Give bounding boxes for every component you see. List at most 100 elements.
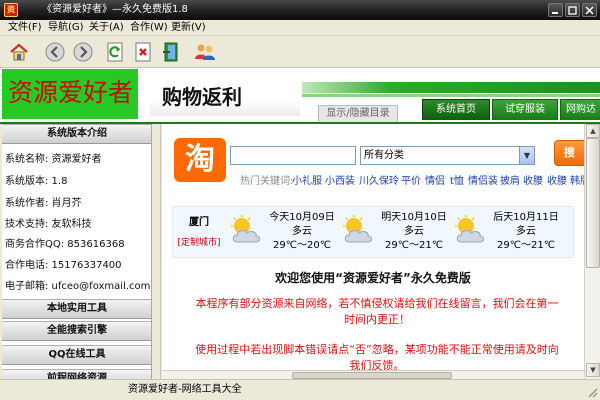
forward-icon (73, 42, 93, 62)
copyright-notice: 本程序有部分资源来自网络，若不慎侵权请给我们在线留言，我们会在第一时间内更正！ (195, 297, 559, 326)
hot-keyword-link[interactable]: 情侣装 (468, 175, 498, 189)
logo[interactable]: 资源爱好者 (2, 69, 138, 119)
hot-keyword-link[interactable]: 小西装 (325, 175, 355, 189)
weather-day3-condition: 多云 (516, 226, 536, 237)
partly-cloudy-icon (231, 215, 261, 243)
info-support: 技术支持: 友软科技 (5, 219, 92, 230)
refresh-button[interactable] (104, 41, 126, 63)
scroll-up-icon[interactable]: ▲ (586, 124, 600, 138)
toolbar (0, 36, 600, 68)
hot-keyword-link[interactable]: 川久保玲 (359, 175, 399, 189)
title-bar[interactable]: 资 《资源爱好者》—永久免费版1.8 (0, 0, 600, 20)
sidebar-splitter[interactable] (152, 124, 161, 379)
hot-keyword-link[interactable]: t恤 (450, 175, 464, 189)
taobao-search: 淘 所有分类 ▼ 搜 热门关键词: 小礼服 小西装 川久保玲 平价 情侣 t恤 … (172, 134, 584, 196)
refresh-icon (107, 42, 123, 62)
info-email: 电子邮箱: ufceo@foxmail.com (5, 281, 151, 292)
maximize-button[interactable] (565, 3, 580, 17)
weather-day2-temp: 29℃～21℃ (385, 240, 443, 251)
weather-day1-date: 今天10月09日 (269, 212, 335, 223)
weather-day3-date: 后天10月11日 (493, 212, 559, 223)
hot-keyword-link[interactable]: 披肩 (500, 175, 520, 189)
stop-button[interactable] (132, 41, 154, 63)
sidebar-section-search-engines[interactable]: 全能搜索引擎 (2, 321, 151, 341)
info-business-qq: 商务合作QQ: 853616368 (5, 239, 125, 250)
sidebar: 系统版本介绍 系统名称: 资源爱好者 系统版本: 1.8 系统作者: 肖月芥 技… (2, 124, 152, 379)
exit-button[interactable] (160, 41, 182, 63)
app-window: 资 《资源爱好者》—永久免费版1.8 文件(F) 导航(G) 关于(A) 合作(… (0, 0, 600, 400)
status-bar: 资源爱好者-网络工具大全 (0, 379, 600, 400)
info-phone: 合作电话: 15176337400 (5, 260, 122, 271)
back-button[interactable] (44, 41, 66, 63)
menu-file[interactable]: 文件(F) (8, 22, 42, 34)
hot-keyword-link[interactable]: 小礼服 (292, 175, 322, 189)
tab-try-on-clothes[interactable]: 试穿服装 (492, 99, 558, 120)
status-text: 资源爱好者-网络工具大全 (128, 384, 242, 395)
category-select-value: 所有分类 (364, 150, 404, 161)
decorative-strip-thin (302, 94, 600, 97)
users-button[interactable] (194, 41, 216, 63)
weather-day1-temp: 29℃～20℃ (273, 240, 331, 251)
hot-keyword-link[interactable]: 收腰 (523, 175, 543, 189)
decorative-strip (302, 82, 600, 93)
tab-online-shopping[interactable]: 网购达 (560, 99, 600, 120)
logo-text: 资源爱好者 (8, 78, 134, 107)
hot-keyword-link[interactable]: 情侣 (425, 175, 445, 189)
weather-widget: 厦门 [定制城市] 今天10月09日 多云 29℃～20℃ 明天10月10日 多… (172, 206, 574, 258)
hot-keyword-link[interactable]: 平价 (401, 175, 421, 189)
partly-cloudy-icon (343, 215, 373, 243)
hot-keywords-label: 热门关键词: (240, 176, 294, 187)
users-icon (195, 44, 215, 60)
info-version: 系统版本: 1.8 (5, 176, 68, 187)
shopping-rebate-banner[interactable]: 购物返利 (150, 76, 300, 116)
menu-about[interactable]: 关于(A) (89, 22, 124, 34)
app-icon: 资 (4, 3, 18, 17)
exit-icon (163, 42, 178, 62)
taobao-logo[interactable]: 淘 (174, 138, 226, 182)
close-icon (585, 6, 594, 15)
back-icon (45, 42, 65, 62)
home-button[interactable] (8, 41, 30, 63)
sidebar-section-network-resources[interactable]: 前程网络资源 (2, 369, 151, 379)
minimize-icon (552, 12, 558, 14)
scroll-down-icon[interactable]: ▼ (586, 363, 600, 377)
weather-day1-condition: 多云 (292, 226, 312, 237)
category-select[interactable]: 所有分类 ▼ (360, 146, 535, 165)
header-banner: 资源爱好者 购物返利 显示/隐藏目录 系统首页 试穿服装 网购达 (0, 68, 600, 122)
forward-button[interactable] (72, 41, 94, 63)
banner-text: 购物返利 (162, 85, 242, 109)
menu-update[interactable]: 更新(V) (171, 22, 206, 34)
sidebar-section-system-info[interactable]: 系统版本介绍 (2, 124, 151, 144)
hot-keyword-link[interactable]: 韩版 (570, 175, 584, 189)
weather-day2-date: 明天10月10日 (381, 212, 447, 223)
weather-city: 厦门 (189, 217, 209, 228)
scroll-thumb[interactable] (586, 138, 600, 268)
search-button[interactable]: 搜 (554, 140, 584, 166)
horizontal-scroll-thumb[interactable] (292, 372, 452, 379)
chevron-down-icon[interactable]: ▼ (519, 147, 534, 164)
hot-keyword-link[interactable]: 收腰 (547, 175, 567, 189)
sidebar-section-qq-tools[interactable]: QQ在线工具 (2, 345, 151, 365)
customize-city-link[interactable]: [定制城市] (176, 237, 222, 249)
partly-cloudy-icon (455, 215, 485, 243)
stop-icon (135, 42, 151, 62)
info-author: 系统作者: 肖月芥 (5, 198, 82, 209)
resize-grip-icon[interactable] (586, 386, 598, 398)
window-title: 《资源爱好者》—永久免费版1.8 (42, 4, 188, 15)
vertical-scrollbar[interactable]: ▲ ▼ (584, 124, 600, 379)
toggle-directory-button[interactable]: 显示/隐藏目录 (318, 105, 398, 122)
horizontal-scrollbar[interactable] (162, 370, 584, 379)
menu-bar: 文件(F) 导航(G) 关于(A) 合作(W) 更新(V) (0, 20, 600, 36)
minimize-button[interactable] (548, 3, 563, 17)
sidebar-section-local-tools[interactable]: 本地实用工具 (2, 299, 151, 319)
menu-navigate[interactable]: 导航(G) (48, 22, 84, 34)
maximize-icon (568, 6, 577, 15)
info-system-name: 系统名称: 资源爱好者 (5, 154, 102, 165)
home-icon (10, 43, 28, 61)
search-input[interactable] (230, 146, 356, 165)
tab-home[interactable]: 系统首页 (422, 99, 490, 120)
weather-day3-temp: 29℃～21℃ (497, 240, 555, 251)
close-button[interactable] (582, 3, 597, 17)
menu-cooperate[interactable]: 合作(W) (130, 22, 168, 34)
weather-day2-condition: 多云 (404, 226, 424, 237)
